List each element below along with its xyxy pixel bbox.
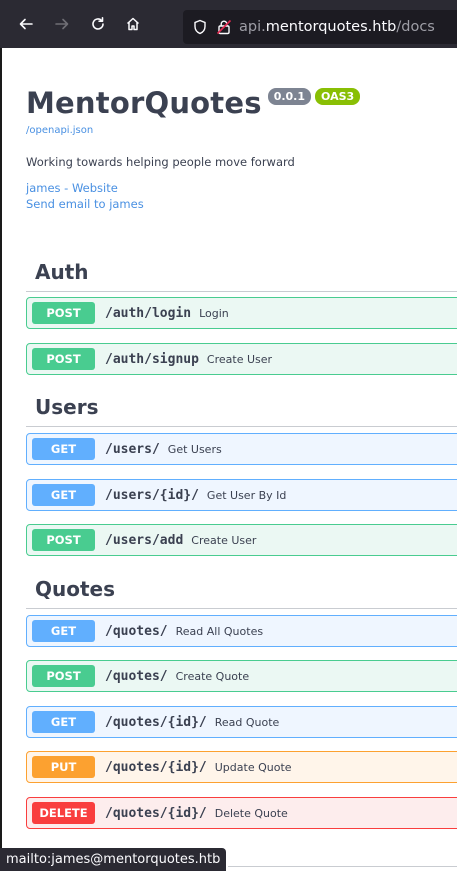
- openapi-json-link[interactable]: /openapi.json: [26, 125, 93, 136]
- section-users-title[interactable]: Users: [35, 395, 98, 419]
- browser-toolbar: api.mentorquotes.htb/docs: [0, 0, 457, 48]
- forward-icon[interactable]: [44, 6, 80, 42]
- op-get-quotes[interactable]: GET /quotes/ Read All Quotes: [26, 615, 457, 647]
- op-get-users[interactable]: GET /users/ Get Users: [26, 433, 457, 465]
- method-badge: POST: [32, 529, 95, 551]
- op-summary: Read All Quotes: [175, 624, 264, 638]
- op-path: /auth/login: [105, 305, 192, 321]
- op-summary: Get Users: [167, 442, 222, 456]
- reload-icon[interactable]: [80, 6, 116, 42]
- op-path: /quotes/: [105, 668, 168, 684]
- op-post-users-add[interactable]: POST /users/add Create User: [26, 524, 457, 556]
- section-auth-title[interactable]: Auth: [35, 260, 89, 284]
- op-post-quotes[interactable]: POST /quotes/ Create Quote: [26, 660, 457, 692]
- method-badge: POST: [32, 348, 95, 370]
- section-divider: [26, 426, 457, 427]
- op-summary: Get User By Id: [206, 488, 287, 502]
- shield-icon[interactable]: [191, 18, 209, 36]
- op-path: /quotes/{id}/: [105, 805, 207, 821]
- url-prefix: api.: [239, 19, 266, 35]
- op-summary: Read Quote: [214, 715, 280, 729]
- op-path: /users/: [105, 441, 160, 457]
- op-path: /users/add: [105, 532, 184, 548]
- section-divider: [26, 291, 457, 292]
- section-divider: [228, 866, 457, 867]
- version-badge: 0.0.1: [267, 88, 312, 105]
- op-get-user-by-id[interactable]: GET /users/{id}/ Get User By Id: [26, 479, 457, 511]
- op-path: /users/{id}/: [105, 487, 199, 503]
- url-bar[interactable]: api.mentorquotes.htb/docs: [183, 10, 457, 44]
- method-badge: GET: [32, 620, 95, 642]
- method-badge: GET: [32, 438, 95, 460]
- op-summary: Login: [199, 306, 229, 320]
- home-icon[interactable]: [115, 6, 151, 42]
- method-badge: POST: [32, 665, 95, 687]
- url-text: api.mentorquotes.htb/docs: [239, 19, 435, 35]
- op-summary: Create Quote: [175, 669, 250, 683]
- section-quotes-title[interactable]: Quotes: [35, 577, 115, 601]
- method-badge: GET: [32, 711, 95, 733]
- op-post-auth-signup[interactable]: POST /auth/signup Create User: [26, 343, 457, 375]
- op-path: /quotes/{id}/: [105, 714, 207, 730]
- op-summary: Delete Quote: [214, 806, 288, 820]
- op-path: /quotes/: [105, 623, 168, 639]
- op-post-auth-login[interactable]: POST /auth/login Login: [26, 297, 457, 329]
- method-badge: DELETE: [32, 802, 95, 824]
- op-get-quote-by-id[interactable]: GET /quotes/{id}/ Read Quote: [26, 706, 457, 738]
- op-put-quote[interactable]: PUT /quotes/{id}/ Update Quote: [26, 751, 457, 783]
- oas-badge: OAS3: [315, 88, 361, 105]
- url-path: /docs: [396, 19, 435, 35]
- op-summary: Create User: [191, 533, 257, 547]
- back-icon[interactable]: [8, 6, 44, 42]
- section-divider: [26, 608, 457, 609]
- api-title-row: MentorQuotes 0.0.1 OAS3: [26, 86, 361, 120]
- api-title: MentorQuotes: [26, 86, 262, 120]
- contact-email-link[interactable]: Send email to james: [26, 197, 144, 211]
- method-badge: PUT: [32, 756, 95, 778]
- method-badge: POST: [32, 302, 95, 324]
- op-path: /quotes/{id}/: [105, 759, 207, 775]
- op-delete-quote[interactable]: DELETE /quotes/{id}/ Delete Quote: [26, 797, 457, 829]
- method-badge: GET: [32, 484, 95, 506]
- url-host: mentorquotes.htb: [265, 19, 397, 35]
- status-bar: mailto:james@mentorquotes.htb: [0, 848, 227, 871]
- op-summary: Update Quote: [214, 760, 292, 774]
- contact-website-link[interactable]: james - Website: [26, 181, 118, 195]
- insecure-lock-icon[interactable]: [215, 18, 233, 36]
- op-summary: Create User: [206, 352, 273, 366]
- api-description: Working towards helping people move forw…: [26, 155, 295, 169]
- op-path: /auth/signup: [105, 351, 199, 367]
- swagger-page: MentorQuotes 0.0.1 OAS3 /openapi.json Wo…: [0, 48, 457, 871]
